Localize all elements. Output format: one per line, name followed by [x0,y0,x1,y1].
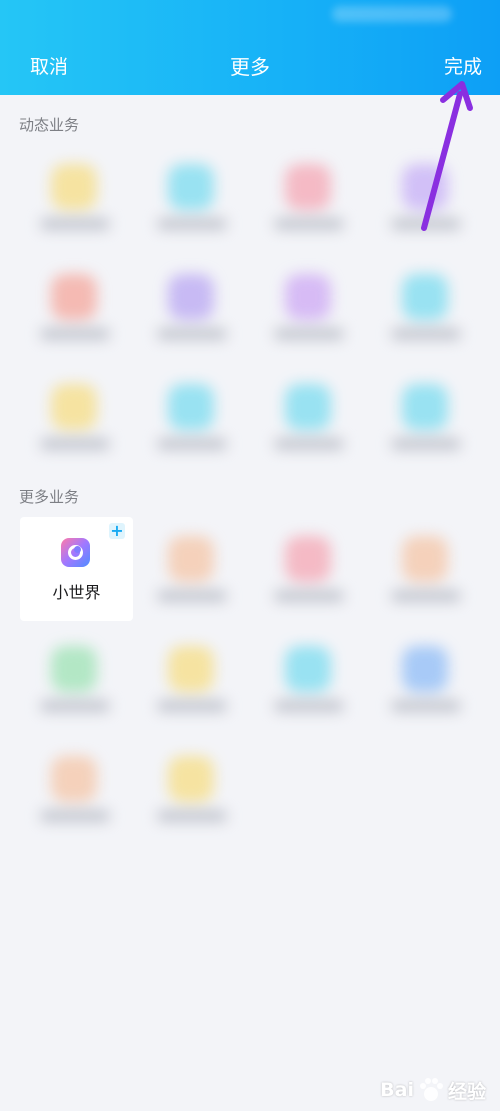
section-title-dynamic: 动态业务 [19,116,80,134]
blurred-app-tile[interactable] [135,736,248,844]
blurred-app-tile[interactable] [252,516,365,624]
app-label-placeholder [274,438,344,450]
blurred-app-tile[interactable] [135,516,248,624]
blurred-app-tile[interactable] [252,626,365,734]
baidu-watermark: Bai 经验 [380,1073,486,1107]
app-icon [402,384,448,430]
app-name: 小世界 [52,583,101,602]
app-icon [168,274,214,320]
app-icon [51,164,97,210]
app-label-placeholder [157,700,227,712]
app-label-placeholder [274,328,344,340]
section-title-more: 更多业务 [19,488,80,506]
app-label-placeholder [391,700,461,712]
blurred-app-tile[interactable] [135,254,248,362]
app-icon [402,646,448,692]
blurred-app-tile[interactable] [135,364,248,472]
blurred-app-tile[interactable] [135,626,248,734]
app-label-placeholder [40,700,110,712]
app-icon [51,274,97,320]
app-label-placeholder [40,328,110,340]
app-icon [285,536,331,582]
blurred-app-tile[interactable] [18,626,131,734]
app-icon [402,274,448,320]
app-label-placeholder [391,438,461,450]
app-icon-dot [74,546,81,553]
watermark-suffix: 经验 [447,1080,486,1103]
xiaoshijie-app-icon [61,538,90,567]
blurred-app-tile[interactable] [18,144,131,252]
blurred-app-tile[interactable] [252,144,365,252]
app-label-placeholder [157,328,227,340]
blurred-app-tile[interactable] [369,516,482,624]
app-label-placeholder [274,700,344,712]
watermark-text: Bai [380,1079,414,1101]
app-label-placeholder [274,218,344,230]
app-card-xiaoshijie[interactable]: + 小世界 [20,517,133,621]
blurred-app-tile[interactable] [18,254,131,362]
blurred-app-tile[interactable] [369,254,482,362]
app-label-placeholder [40,438,110,450]
blurred-app-tile[interactable] [18,364,131,472]
app-icon [285,384,331,430]
app-icon [168,646,214,692]
app-icon [168,756,214,802]
app-label-placeholder [157,810,227,822]
app-label-placeholder [157,438,227,450]
blurred-app-tile[interactable] [18,736,131,844]
blurred-app-tile[interactable] [252,364,365,472]
app-label-placeholder [391,590,461,602]
app-label-placeholder [157,218,227,230]
app-label-placeholder [274,590,344,602]
blurred-app-tile[interactable] [252,254,365,362]
cancel-button[interactable]: 取消 [30,52,68,82]
paw-icon [419,1078,443,1101]
app-label-placeholder [157,590,227,602]
app-icon [168,384,214,430]
app-icon [168,164,214,210]
app-icon [285,646,331,692]
app-icon [285,164,331,210]
app-label-placeholder [40,810,110,822]
app-icon [285,274,331,320]
annotation-arrow-icon [421,81,473,231]
add-icon[interactable]: + [109,523,125,539]
app-label-placeholder [391,328,461,340]
app-icon [51,384,97,430]
app-icon [168,536,214,582]
app-icon [51,646,97,692]
blurred-app-tile[interactable] [369,364,482,472]
blurred-app-tile[interactable] [135,144,248,252]
app-icon [51,756,97,802]
app-label-placeholder [40,218,110,230]
app-icon [402,536,448,582]
blurred-app-tile[interactable] [369,626,482,734]
status-bar-blur [332,6,452,22]
